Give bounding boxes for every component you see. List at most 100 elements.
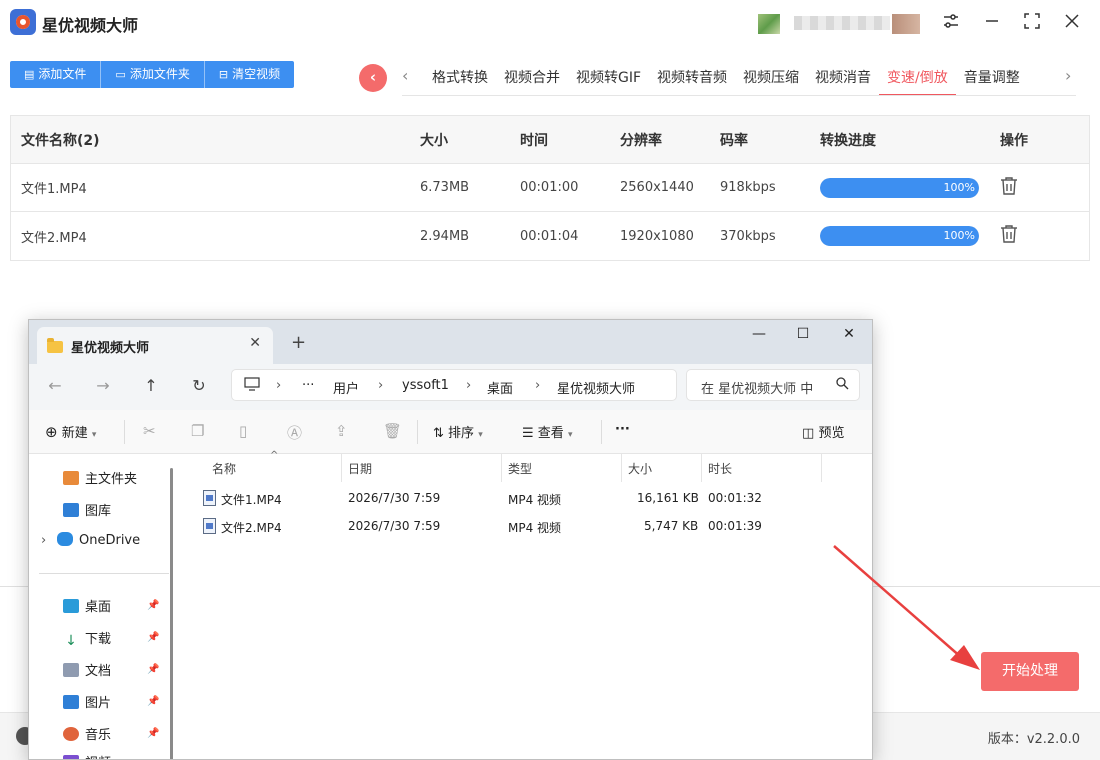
back-arrow-icon[interactable]: ← (45, 376, 65, 395)
sidebar-scrollbar[interactable] (170, 468, 173, 759)
header-size: 大小 (420, 132, 448, 149)
close-tab-icon[interactable]: ✕ (249, 335, 261, 351)
pin-icon[interactable]: 📌 (147, 728, 159, 739)
tab-format-convert[interactable]: 格式转换 (424, 62, 496, 96)
share-icon[interactable]: ⇪ (335, 422, 348, 440)
tab-video-merge[interactable]: 视频合并 (496, 62, 568, 96)
home-icon (63, 471, 79, 485)
settings-sliders-icon[interactable] (940, 12, 962, 34)
file-duration: 00:01:39 (708, 519, 762, 533)
sort-button[interactable]: ⇅ 排序 ▾ (433, 422, 483, 441)
sidebar-item-videos[interactable]: 视频 (63, 752, 111, 759)
preview-button[interactable]: ◫ 预览 (802, 422, 844, 441)
sidebar-item-music[interactable]: 音乐 (63, 724, 111, 743)
delete-row-icon[interactable] (1000, 176, 1018, 196)
minimize-icon[interactable] (981, 12, 1003, 34)
row-file-size: 2.94MB (420, 228, 470, 244)
new-button[interactable]: ⊕ 新建 ▾ (45, 422, 96, 441)
delete-icon[interactable]: 🗑 (383, 422, 402, 440)
file-duration: 00:01:32 (708, 491, 762, 505)
rename-icon[interactable]: Ⓐ (287, 422, 302, 443)
close-icon[interactable]: ✕ (839, 326, 859, 342)
file-row[interactable]: 文件2.MP4 2026/7/30 7:59 MP4 视频 5,747 KB 0… (179, 513, 872, 541)
file-name: 文件1.MP4 (221, 493, 282, 507)
back-button[interactable]: ‹ (359, 64, 387, 92)
picture-icon (63, 695, 79, 709)
feature-tabs: 格式转换 视频合并 视频转GIF 视频转音频 视频压缩 视频消音 变速/倒放 音… (424, 62, 1028, 96)
preview-pane-icon: ◫ (802, 426, 815, 441)
address-bar[interactable]: › ··· 用户 › yssoft1 › 桌面 › 星优视频大师 (231, 369, 677, 401)
sidebar-item-desktop[interactable]: 桌面 (63, 596, 111, 615)
pin-icon[interactable]: 📌 (147, 696, 159, 707)
close-icon[interactable] (1061, 12, 1083, 34)
sidebar-item-downloads[interactable]: ↓ 下载 (63, 628, 111, 649)
column-header-size[interactable]: 大小 (628, 460, 652, 477)
up-arrow-icon[interactable]: ↑ (141, 376, 161, 395)
add-file-button[interactable]: ▤ 添加文件 (10, 61, 102, 88)
maximize-icon[interactable]: ☐ (793, 326, 813, 342)
forward-arrow-icon[interactable]: → (93, 376, 113, 395)
file-size: 16,161 KB (637, 491, 699, 505)
sidebar-divider (39, 573, 169, 574)
version-text: 版本：v2.2.0.0 (987, 732, 1080, 747)
file-row[interactable]: 文件1.MP4 2026/7/30 7:59 MP4 视频 16,161 KB … (179, 485, 872, 513)
column-header-name[interactable]: 名称 (212, 460, 236, 477)
user-badge-blurred (892, 14, 920, 34)
table-row[interactable]: 文件1.MP4 6.73MB 00:01:00 2560x1440 918kbp… (11, 164, 1089, 212)
delete-row-icon[interactable] (1000, 224, 1018, 244)
maximize-icon[interactable] (1021, 12, 1043, 34)
file-icon: ▤ (24, 68, 35, 81)
clear-videos-button[interactable]: ⊟ 清空视频 (205, 61, 294, 88)
tab-video-compress[interactable]: 视频压缩 (735, 62, 807, 96)
sidebar-item-documents[interactable]: 文档 (63, 660, 111, 679)
tabs-scroll-right-icon[interactable]: › (1065, 66, 1071, 85)
start-processing-button[interactable]: 开始处理 (981, 652, 1079, 691)
sidebar-item-home[interactable]: 主文件夹 (63, 468, 137, 487)
progress-text: 100% (943, 180, 975, 194)
row-file-name: 文件2.MP4 (21, 230, 87, 246)
column-header-type[interactable]: 类型 (508, 460, 532, 477)
column-header-duration[interactable]: 时长 (708, 460, 732, 477)
computer-icon (244, 377, 260, 395)
refresh-icon[interactable]: ↻ (189, 376, 209, 395)
document-icon (63, 663, 79, 677)
tab-volume-adjust[interactable]: 音量调整 (956, 62, 1028, 96)
tab-video-to-gif[interactable]: 视频转GIF (568, 62, 649, 96)
paste-icon[interactable]: ▯ (239, 422, 247, 440)
pin-icon[interactable]: 📌 (147, 600, 159, 611)
pin-icon[interactable]: 📌 (147, 632, 159, 643)
sidebar-item-gallery[interactable]: 图库 (63, 500, 111, 519)
view-button[interactable]: ☰ 查看 ▾ (522, 422, 572, 441)
sidebar-item-pictures[interactable]: 图片 (63, 692, 111, 711)
cut-icon[interactable]: ✂ (143, 422, 156, 440)
new-tab-icon[interactable]: + (291, 332, 306, 353)
minimize-icon[interactable]: — (749, 326, 769, 342)
address-segment-user[interactable]: yssoft1 (402, 378, 449, 393)
tab-video-to-audio[interactable]: 视频转音频 (649, 62, 735, 96)
pin-icon[interactable]: 📌 (147, 664, 159, 675)
table-row[interactable]: 文件2.MP4 2.94MB 00:01:04 1920x1080 370kbp… (11, 212, 1089, 260)
copy-icon[interactable]: ❐ (191, 422, 204, 440)
address-segment-users[interactable]: 用户 (333, 378, 359, 397)
row-bitrate: 370kbps (720, 228, 776, 244)
app-title: 星优视频大师 (42, 16, 139, 35)
header-time: 时间 (520, 132, 548, 149)
sidebar-item-onedrive[interactable]: › OneDrive (41, 532, 140, 548)
tab-video-mute[interactable]: 视频消音 (807, 62, 879, 96)
address-segment-desktop[interactable]: 桌面 (487, 378, 513, 397)
add-folder-button[interactable]: ▭ 添加文件夹 (101, 61, 205, 88)
progress-bar: 100% (820, 226, 979, 246)
address-ellipsis[interactable]: ··· (302, 378, 314, 393)
file-explorer-window: 星优视频大师 ✕ + — ☐ ✕ ← → ↑ ↻ › ··· 用户 › ysso… (28, 319, 873, 760)
search-box[interactable]: 在 星优视频大师 中 (686, 369, 860, 401)
address-segment-folder[interactable]: 星优视频大师 (557, 378, 635, 397)
explorer-tab[interactable]: 星优视频大师 ✕ (37, 327, 273, 364)
user-avatar[interactable] (758, 14, 780, 34)
more-options-button[interactable]: ··· (615, 422, 630, 437)
tab-speed-reverse[interactable]: 变速/倒放 (879, 62, 956, 96)
progress-text: 100% (943, 229, 975, 242)
search-icon[interactable] (836, 377, 849, 393)
column-header-date[interactable]: 日期 (348, 460, 372, 477)
tabs-scroll-left-icon[interactable]: ‹ (402, 66, 408, 85)
row-duration: 00:01:04 (520, 228, 579, 244)
